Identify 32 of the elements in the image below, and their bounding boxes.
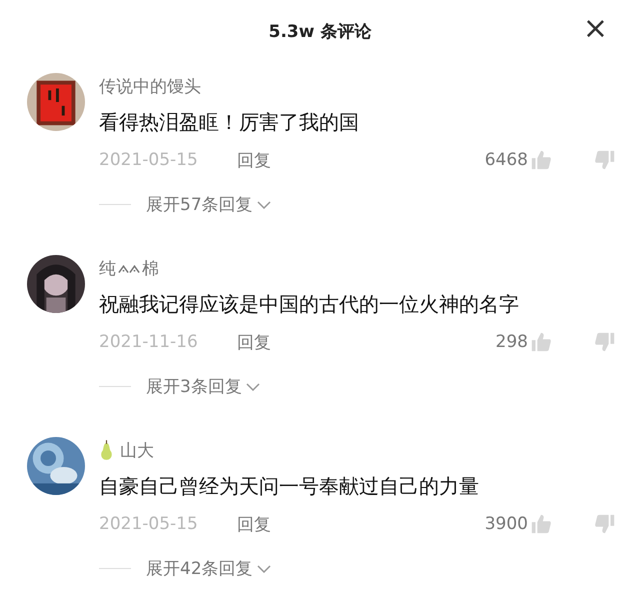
comment-text: 自豪自己曾经为天问一号奉献过自己的力量 [99, 473, 480, 500]
comments-title: 5.3w 条评论 [268, 20, 372, 42]
pear-icon [99, 440, 114, 460]
comment-date: 2021-05-15 [99, 150, 199, 170]
thumbs-down-icon[interactable] [594, 513, 616, 535]
thumbs-up-icon[interactable] [530, 331, 552, 353]
comment-date: 2021-11-16 [99, 332, 199, 352]
like-count: 298 [496, 332, 528, 352]
reply-link[interactable]: 回复 [237, 330, 271, 354]
comment-text: 看得热泪盈眶！厉害了我的国 [99, 109, 360, 136]
username: 山大 [120, 440, 154, 462]
username: 棉 [142, 258, 159, 280]
thumbs-up-icon[interactable] [530, 149, 552, 171]
comment-date: 2021-05-15 [99, 514, 199, 534]
thumbs-down-icon[interactable] [594, 331, 616, 353]
username: 纯 [99, 258, 116, 280]
expand-replies-link[interactable]: 展开57条回复 [146, 193, 271, 216]
expand-replies-link[interactable]: 展开42条回复 [146, 557, 271, 580]
thumbs-down-icon[interactable] [594, 149, 616, 171]
close-button[interactable]: × [578, 14, 612, 44]
reply-link[interactable]: 回复 [237, 512, 271, 536]
chevron-down-icon [256, 564, 271, 572]
like-count: 6468 [484, 150, 528, 170]
username: 传说中的馒头 [99, 76, 201, 98]
expand-replies-link[interactable]: 展开3条回复 [146, 375, 260, 398]
chevron-down-icon [256, 200, 271, 208]
thumbs-up-icon[interactable] [530, 513, 552, 535]
like-count: 3900 [484, 514, 528, 534]
reply-link[interactable]: 回复 [237, 148, 271, 172]
chevron-down-icon [246, 382, 260, 390]
comment-text: 祝融我记得应该是中国的古代的一位火神的名字 [99, 291, 520, 318]
wave-icon [118, 262, 140, 274]
